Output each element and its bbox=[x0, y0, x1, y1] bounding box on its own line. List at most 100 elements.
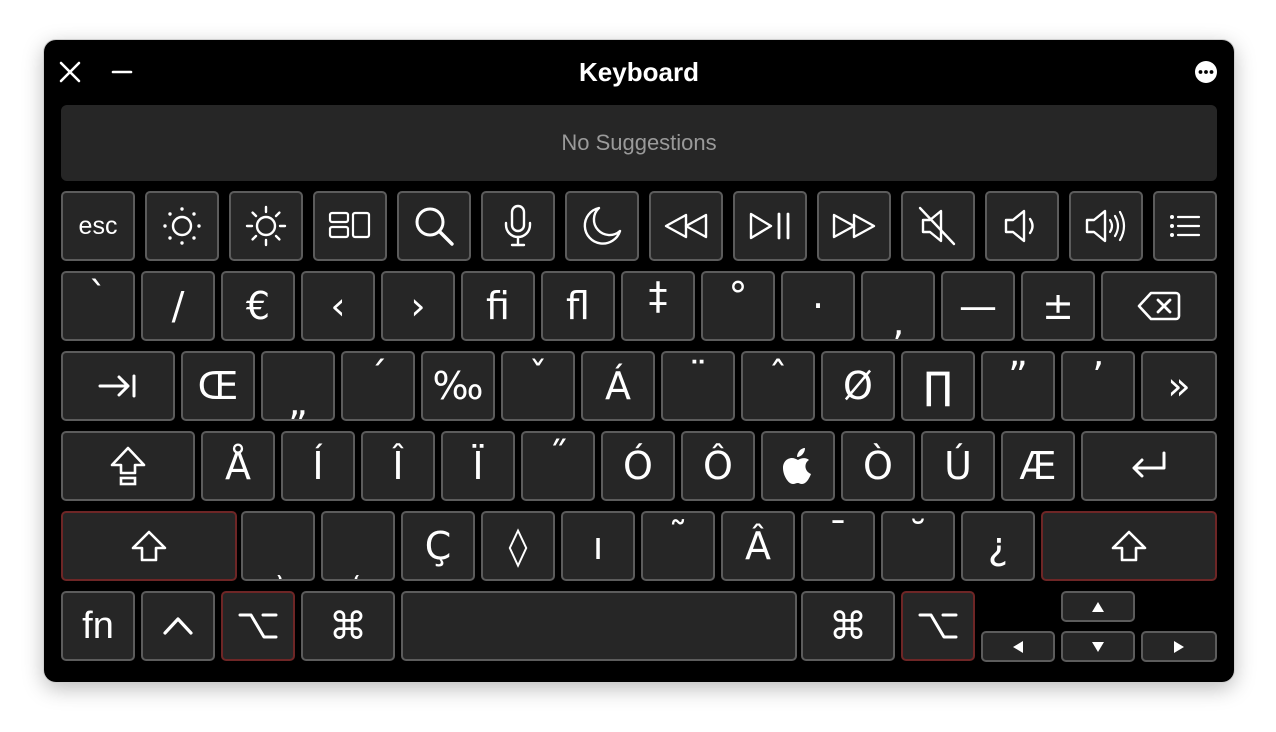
key-label: ﬂ bbox=[566, 284, 590, 328]
key-char[interactable]: ¸ bbox=[241, 511, 315, 581]
key-fast-forward[interactable] bbox=[817, 191, 891, 261]
key-label: ˆ bbox=[768, 354, 788, 398]
key-char[interactable]: ˜ bbox=[641, 511, 715, 581]
key-char[interactable]: ‰ bbox=[421, 351, 495, 421]
key-char[interactable]: Ç bbox=[401, 511, 475, 581]
tab-icon bbox=[98, 374, 136, 398]
key-brightness-down[interactable] bbox=[145, 191, 219, 261]
key-control[interactable] bbox=[141, 591, 215, 661]
key-char[interactable]: Å bbox=[201, 431, 275, 501]
key-char[interactable]: € bbox=[221, 271, 295, 341]
key-volume-down[interactable] bbox=[985, 191, 1059, 261]
key-volume-up[interactable] bbox=[1069, 191, 1143, 261]
key-arrow-down[interactable] bbox=[1061, 631, 1135, 662]
key-char[interactable]: ¿ bbox=[961, 511, 1035, 581]
key-label: ˘ bbox=[908, 514, 928, 558]
key-arrow-up[interactable] bbox=[1061, 591, 1135, 622]
key-label: Æ bbox=[1019, 444, 1057, 488]
key-label: ´ bbox=[368, 354, 388, 398]
key-char[interactable]: ¯ bbox=[801, 511, 875, 581]
key-left-option[interactable] bbox=[221, 591, 295, 661]
key-label: Ú bbox=[944, 444, 972, 488]
key-apple-logo[interactable] bbox=[761, 431, 835, 501]
key-char[interactable]: ◊ bbox=[481, 511, 555, 581]
mute-icon bbox=[918, 206, 956, 246]
key-char[interactable]: ´ bbox=[341, 351, 415, 421]
key-rewind[interactable] bbox=[649, 191, 723, 261]
key-char[interactable]: Ó bbox=[601, 431, 675, 501]
key-char[interactable]: Œ bbox=[181, 351, 255, 421]
key-char[interactable]: — bbox=[941, 271, 1015, 341]
key-char[interactable]: › bbox=[381, 271, 455, 341]
key-char[interactable]: ” bbox=[981, 351, 1055, 421]
key-right-command[interactable]: ⌘ bbox=[801, 591, 895, 661]
key-char[interactable]: ˘ bbox=[881, 511, 955, 581]
key-label: ¿ bbox=[987, 524, 1009, 568]
key-char[interactable]: Ú bbox=[921, 431, 995, 501]
key-right-shift[interactable] bbox=[1041, 511, 1217, 581]
key-char[interactable]: ± bbox=[1021, 271, 1095, 341]
key-caps-lock[interactable] bbox=[61, 431, 195, 501]
key-char[interactable]: ˇ bbox=[501, 351, 575, 421]
key-char[interactable]: » bbox=[1141, 351, 1217, 421]
key-esc[interactable]: esc bbox=[61, 191, 135, 261]
key-label: ˜ bbox=[668, 514, 688, 558]
key-char[interactable]: ‚ bbox=[861, 271, 935, 341]
key-char[interactable]: Î bbox=[361, 431, 435, 501]
delete-backward-icon bbox=[1137, 291, 1181, 321]
key-char[interactable]: ˝ bbox=[521, 431, 595, 501]
key-arrow-left[interactable] bbox=[981, 631, 1055, 662]
key-char[interactable]: Â bbox=[721, 511, 795, 581]
key-tab[interactable] bbox=[61, 351, 175, 421]
key-char[interactable]: ’ bbox=[1061, 351, 1135, 421]
more-options-button[interactable] bbox=[1194, 60, 1218, 84]
key-label: Ó bbox=[623, 444, 653, 488]
key-char[interactable]: ﬂ bbox=[541, 271, 615, 341]
key-char[interactable]: ° bbox=[701, 271, 775, 341]
key-fn[interactable]: fn bbox=[61, 591, 135, 661]
key-label: Å bbox=[225, 444, 251, 488]
key-list[interactable] bbox=[1153, 191, 1217, 261]
fast-forward-icon bbox=[832, 213, 876, 239]
title-bar: Keyboard bbox=[44, 40, 1234, 100]
key-play-pause[interactable] bbox=[733, 191, 807, 261]
key-left-shift[interactable] bbox=[61, 511, 237, 581]
key-delete[interactable] bbox=[1101, 271, 1217, 341]
key-brightness-up[interactable] bbox=[229, 191, 303, 261]
key-char[interactable]: ﬁ bbox=[461, 271, 535, 341]
key-char[interactable]: / bbox=[141, 271, 215, 341]
key-mute[interactable] bbox=[901, 191, 975, 261]
key-search[interactable] bbox=[397, 191, 471, 261]
key-char[interactable]: ı bbox=[561, 511, 635, 581]
key-arrow-right[interactable] bbox=[1141, 631, 1217, 662]
key-label: ‡ bbox=[648, 274, 668, 318]
key-mission-control[interactable] bbox=[313, 191, 387, 261]
option-icon bbox=[238, 613, 278, 639]
key-char[interactable]: ¨ bbox=[661, 351, 735, 421]
key-label: Ï bbox=[472, 444, 484, 488]
key-do-not-disturb[interactable] bbox=[565, 191, 639, 261]
key-space[interactable] bbox=[401, 591, 797, 661]
brightness-down-icon bbox=[163, 207, 201, 245]
key-char[interactable]: ˆ bbox=[741, 351, 815, 421]
key-char[interactable]: „ bbox=[261, 351, 335, 421]
key-return[interactable] bbox=[1081, 431, 1217, 501]
key-char[interactable]: ‹ bbox=[301, 271, 375, 341]
key-left-command[interactable]: ⌘ bbox=[301, 591, 395, 661]
key-right-option[interactable] bbox=[901, 591, 975, 661]
key-char[interactable]: Ø bbox=[821, 351, 895, 421]
key-char[interactable]: · bbox=[781, 271, 855, 341]
key-label: ’ bbox=[1091, 354, 1105, 398]
key-char[interactable]: Æ bbox=[1001, 431, 1075, 501]
key-dictation[interactable] bbox=[481, 191, 555, 261]
key-char[interactable]: ∏ bbox=[901, 351, 975, 421]
key-char[interactable]: Ï bbox=[441, 431, 515, 501]
key-char[interactable]: Á bbox=[581, 351, 655, 421]
key-char[interactable]: ‡ bbox=[621, 271, 695, 341]
key-char[interactable]: Í bbox=[281, 431, 355, 501]
key-char[interactable]: Ò bbox=[841, 431, 915, 501]
brightness-up-icon bbox=[245, 205, 287, 247]
key-char[interactable]: ` bbox=[61, 271, 135, 341]
key-char[interactable]: ˛ bbox=[321, 511, 395, 581]
key-char[interactable]: Ô bbox=[681, 431, 755, 501]
